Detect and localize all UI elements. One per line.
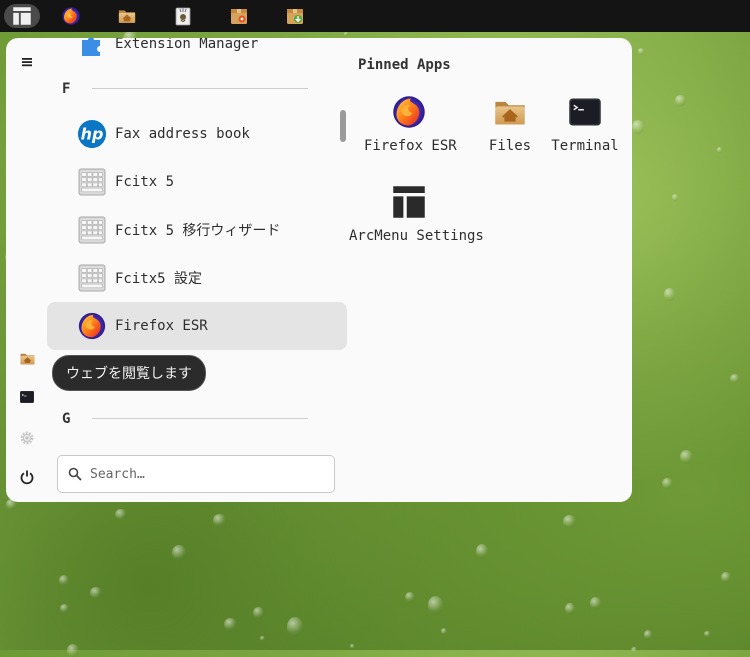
app-list-scrollbar[interactable] [340, 110, 346, 142]
app-label: Fax address book [115, 126, 250, 142]
pinned-app-terminal[interactable]: Terminal [540, 94, 630, 154]
raindrop [664, 287, 675, 302]
list-item[interactable]: Fcitx5 設定 [47, 254, 347, 302]
tooltip: ウェブを閲覧します [52, 355, 206, 391]
raindrop [343, 32, 348, 37]
raindrop [350, 644, 355, 649]
pinned-app-label: Firefox ESR [364, 138, 457, 154]
sidebar-home-button[interactable] [16, 347, 38, 369]
terminal-icon [19, 389, 35, 405]
pinned-app-firefox[interactable]: Firefox ESR [364, 94, 457, 154]
package-download-icon [287, 9, 303, 24]
pinned-app-label: ArcMenu Settings [349, 228, 484, 244]
raindrop [441, 628, 448, 635]
gimp-launcher[interactable] [165, 4, 201, 28]
home-folder-icon [117, 6, 137, 26]
raindrop [562, 515, 577, 529]
sidebar-power-button[interactable] [16, 466, 38, 488]
terminal-icon [567, 94, 603, 130]
home-folder-icon [492, 94, 528, 130]
settings-gear-icon [20, 431, 34, 445]
list-item[interactable]: Fcitx 5 [47, 158, 347, 206]
list-item[interactable]: Extension Manager [47, 38, 347, 68]
app-label: Extension Manager [115, 38, 259, 52]
raindrop [643, 630, 652, 640]
raindrop [638, 47, 645, 55]
arcmenu-layout-icon [391, 184, 427, 220]
firefox-icon [391, 94, 427, 130]
extension-puzzle-icon [77, 38, 107, 59]
list-item[interactable]: Fax address book [47, 110, 347, 158]
power-icon [20, 470, 34, 485]
firefox-launcher[interactable] [53, 4, 89, 28]
keyboard-icon [77, 167, 107, 197]
keyboard-icon [77, 215, 107, 245]
sidebar-settings-button[interactable] [16, 427, 38, 449]
raindrop [675, 95, 686, 107]
arcmenu-layout-icon [12, 6, 32, 26]
raindrop [67, 644, 80, 657]
raindrop [729, 374, 740, 383]
raindrop [253, 606, 264, 619]
gimp-icon [175, 7, 191, 26]
top-panel [0, 0, 750, 32]
raindrop [590, 597, 602, 610]
search-icon [68, 467, 82, 481]
raindrop [286, 616, 304, 638]
hamburger-icon[interactable] [20, 55, 34, 69]
raindrop [115, 509, 127, 521]
pinned-app-label: Terminal [551, 138, 619, 154]
raindrop [476, 544, 488, 560]
section-letter-f: F [62, 81, 71, 97]
firefox-icon [77, 311, 107, 341]
raindrop [172, 544, 186, 562]
section-letter-g: G [62, 411, 71, 427]
package-installer-launcher[interactable] [277, 4, 313, 28]
files-launcher[interactable] [109, 4, 145, 28]
raindrop [58, 574, 70, 586]
raindrop [704, 631, 711, 637]
raindrop [631, 646, 638, 652]
raindrop [661, 477, 673, 489]
raindrop [720, 572, 731, 584]
pinned-app-arcmenu-settings[interactable]: ArcMenu Settings [349, 184, 484, 244]
raindrop [59, 604, 69, 613]
section-divider [92, 418, 308, 419]
search-field[interactable]: Search… [57, 455, 335, 493]
software-package-icon [231, 9, 247, 24]
hp-icon [77, 119, 107, 149]
list-item[interactable]: Fcitx 5 移行ウィザード [47, 206, 347, 254]
raindrop [716, 147, 723, 154]
list-item-hovered[interactable]: Firefox ESR [47, 302, 347, 350]
raindrop [672, 193, 678, 201]
home-folder-icon [19, 350, 36, 367]
app-label: Fcitx 5 [115, 174, 175, 190]
arcmenu-button[interactable] [4, 4, 40, 28]
raindrop [213, 514, 226, 527]
raindrop [679, 450, 694, 465]
raindrop [404, 591, 416, 602]
search-placeholder: Search… [90, 467, 145, 482]
firefox-icon [61, 6, 81, 26]
pinned-apps-title: Pinned Apps [358, 57, 451, 73]
arcmenu-popup: Extension Manager F Fax address book Fci… [6, 38, 632, 502]
raindrop [632, 120, 644, 135]
raindrop [90, 587, 102, 599]
keyboard-icon [77, 263, 107, 293]
app-label: Fcitx5 設定 [115, 271, 203, 287]
raindrop [224, 618, 237, 631]
raindrop [427, 596, 444, 616]
app-label: Fcitx 5 移行ウィザード [115, 223, 281, 239]
raindrop [260, 635, 265, 641]
ubuntu-software-launcher[interactable] [221, 4, 257, 28]
sidebar-terminal-button[interactable] [16, 386, 38, 408]
section-divider [92, 88, 308, 89]
raindrop [565, 603, 575, 615]
app-label: Firefox ESR [115, 318, 208, 334]
